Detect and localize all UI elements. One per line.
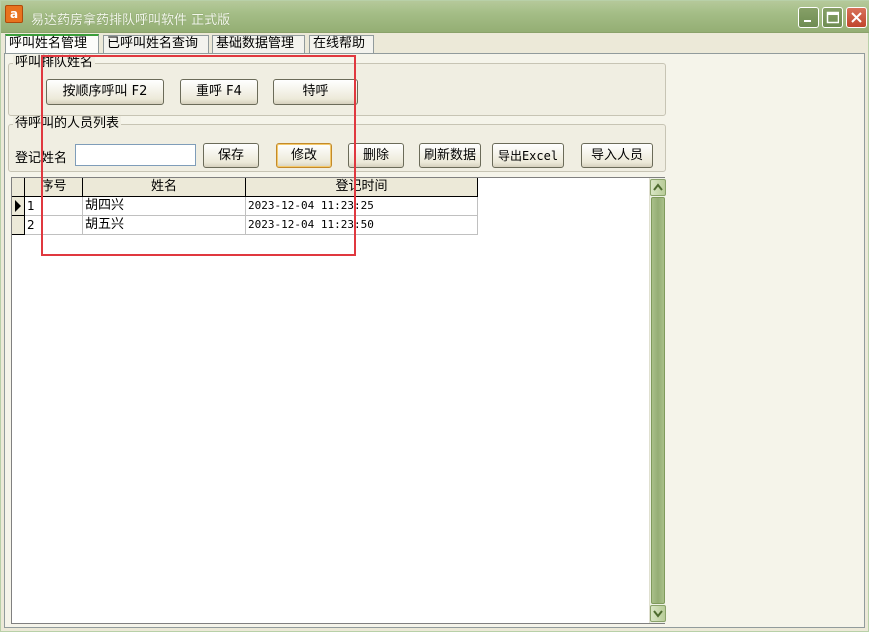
row-index-cell: 2 xyxy=(25,216,83,235)
current-row-indicator xyxy=(12,197,25,216)
maximize-icon xyxy=(826,11,839,24)
tab-page-call-name-management: 呼叫排队姓名 按顺序呼叫 F2 重呼 F4 特呼 待呼叫的人员列表 登记姓名 保… xyxy=(4,53,865,628)
row-time-cell: 2023-12-04 11:23:50 xyxy=(246,216,478,235)
tab-online-help[interactable]: 在线帮助 xyxy=(309,35,374,53)
recall-button[interactable]: 重呼 F4 xyxy=(180,79,258,105)
register-name-label: 登记姓名 xyxy=(15,151,68,166)
row-time-cell: 2023-12-04 11:23:25 xyxy=(246,197,478,216)
waiting-people-grid[interactable]: 序号 姓名 登记时间 1 胡四兴 2023-12-04 11:23:25 2 胡… xyxy=(11,177,666,624)
export-excel-button[interactable]: 导出Excel xyxy=(492,143,564,168)
current-row-arrow-icon xyxy=(15,200,21,212)
minimize-icon xyxy=(804,20,811,22)
call-queue-group: 呼叫排队姓名 按顺序呼叫 F2 重呼 F4 特呼 xyxy=(8,55,666,116)
grid-header: 序号 姓名 登记时间 xyxy=(12,178,478,197)
table-row[interactable]: 1 胡四兴 2023-12-04 11:23:25 xyxy=(12,197,478,216)
scroll-up-button[interactable] xyxy=(650,179,666,196)
column-header-name[interactable]: 姓名 xyxy=(83,178,246,197)
app-window: a 易达药房拿药排队呼叫软件 正式版 呼叫姓名管理 已呼叫姓名查询 基础数据管理… xyxy=(0,0,869,632)
chevron-up-icon xyxy=(653,183,663,191)
column-header-index[interactable]: 序号 xyxy=(25,178,83,197)
tab-call-name-management[interactable]: 呼叫姓名管理 xyxy=(5,34,99,54)
tab-called-name-query[interactable]: 已呼叫姓名查询 xyxy=(103,35,209,53)
minimize-button[interactable] xyxy=(798,7,819,28)
delete-button[interactable]: 删除 xyxy=(348,143,404,168)
column-header-register-time[interactable]: 登记时间 xyxy=(246,178,478,197)
refresh-data-button[interactable]: 刷新数据 xyxy=(419,143,481,168)
grid-corner-cell xyxy=(12,178,25,197)
call-queue-group-title: 呼叫排队姓名 xyxy=(13,55,96,71)
app-icon: a xyxy=(5,5,23,23)
sequential-call-button[interactable]: 按顺序呼叫 F2 xyxy=(46,79,164,105)
row-index-cell: 1 xyxy=(25,197,83,216)
save-button[interactable]: 保存 xyxy=(203,143,259,168)
row-name-cell: 胡四兴 xyxy=(83,197,246,216)
close-button[interactable] xyxy=(846,7,867,28)
scroll-thumb[interactable] xyxy=(651,197,665,604)
import-people-button[interactable]: 导入人员 xyxy=(581,143,653,168)
tab-basic-data-management[interactable]: 基础数据管理 xyxy=(212,35,305,53)
scroll-down-button[interactable] xyxy=(650,605,666,622)
row-name-cell: 胡五兴 xyxy=(83,216,246,235)
edit-button[interactable]: 修改 xyxy=(276,143,332,168)
waiting-list-group-title: 待呼叫的人员列表 xyxy=(13,116,122,132)
vertical-scrollbar[interactable] xyxy=(649,178,666,623)
register-name-input[interactable] xyxy=(75,144,196,166)
maximize-button[interactable] xyxy=(822,7,843,28)
window-title: 易达药房拿药排队呼叫软件 正式版 xyxy=(31,13,231,28)
title-bar[interactable]: a 易达药房拿药排队呼叫软件 正式版 xyxy=(1,1,869,33)
close-icon xyxy=(851,12,862,23)
row-indicator xyxy=(12,216,25,235)
table-row[interactable]: 2 胡五兴 2023-12-04 11:23:50 xyxy=(12,216,478,235)
special-call-button[interactable]: 特呼 xyxy=(273,79,358,105)
chevron-down-icon xyxy=(653,610,663,618)
